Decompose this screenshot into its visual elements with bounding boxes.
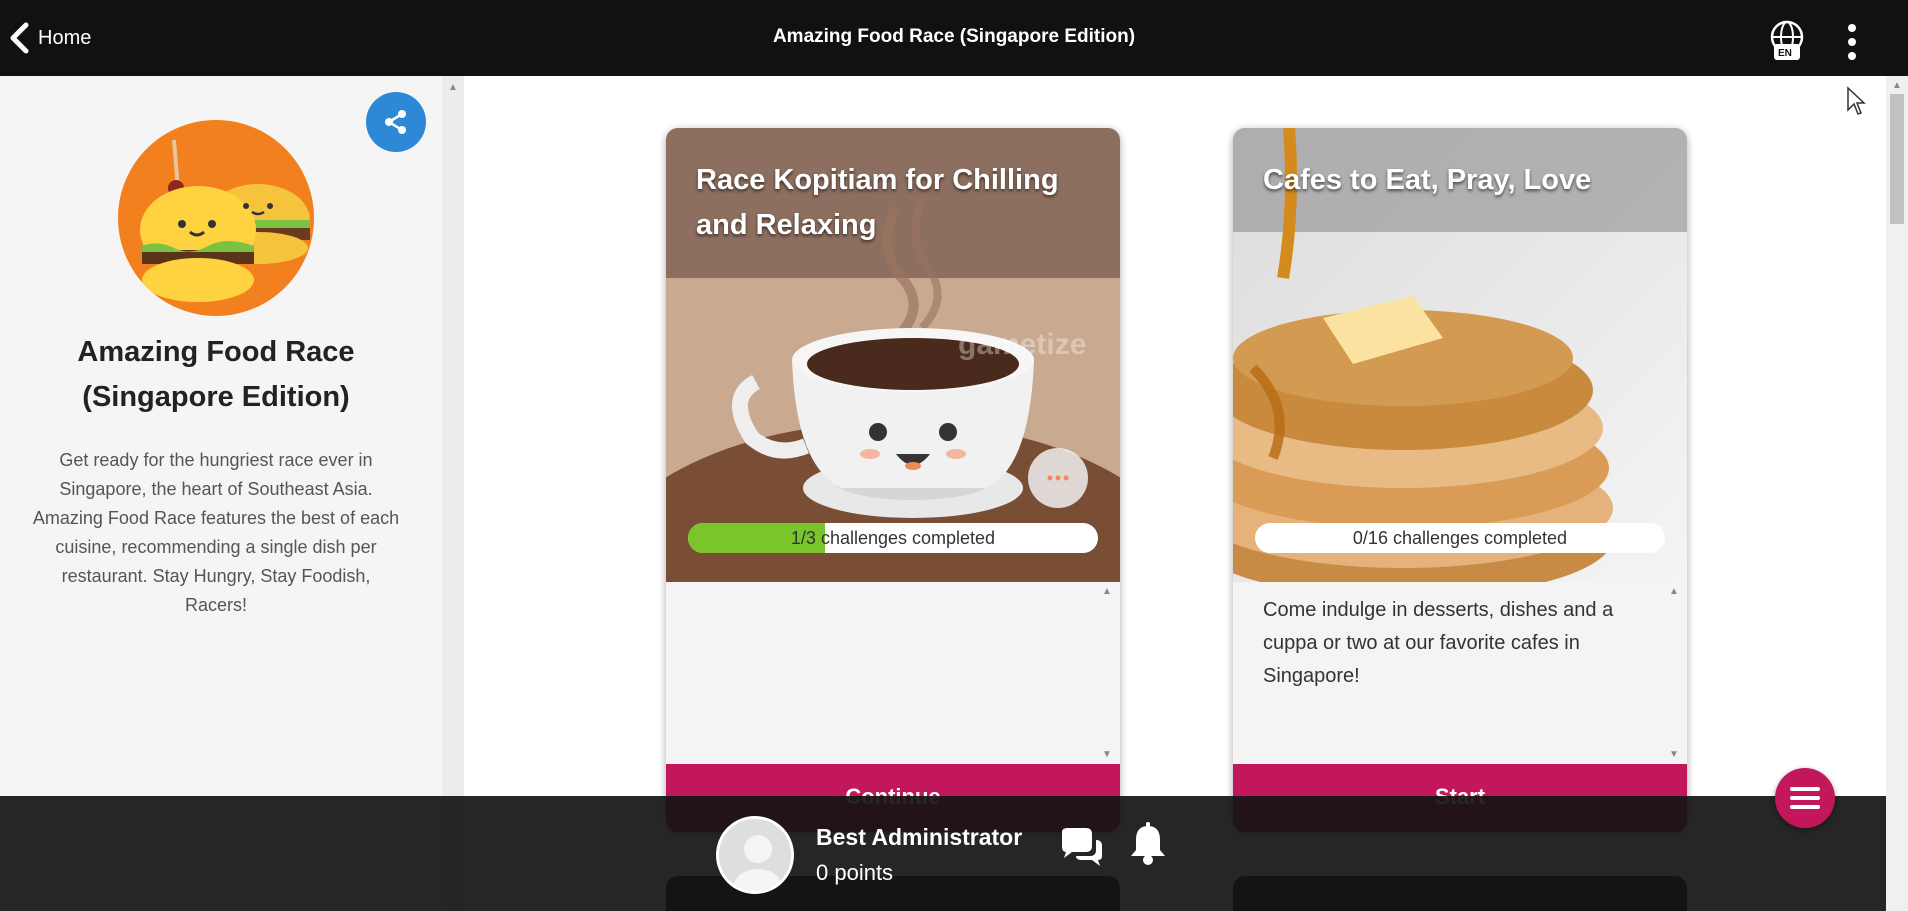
top-bar: Home Amazing Food Race (Singapore Editio… bbox=[0, 0, 1908, 76]
hamburger-menu-icon bbox=[1790, 787, 1820, 809]
user-silhouette-icon bbox=[719, 819, 791, 891]
topic-card-image: gametize Race Kopitiam for Chilling and … bbox=[666, 128, 1120, 582]
burger-mascot-image bbox=[140, 139, 310, 302]
page-title: Amazing Food Race (Singapore Edition) bbox=[772, 26, 1136, 47]
chat-icon[interactable] bbox=[1058, 826, 1104, 868]
notification-bell-icon[interactable] bbox=[1128, 822, 1168, 866]
game-title: Amazing Food Race (Singapore Edition) bbox=[77, 336, 355, 413]
language-code: EN bbox=[1778, 48, 1792, 59]
topic-card[interactable]: gametize Race Kopitiam for Chilling and … bbox=[666, 128, 1120, 832]
progress-bar: 0/16 challenges completed bbox=[1255, 523, 1665, 553]
progress-bar: 1/3 challenges completed bbox=[688, 523, 1098, 553]
mouse-cursor-icon bbox=[1847, 86, 1866, 115]
language-button[interactable]: EN bbox=[1768, 20, 1806, 62]
topic-card-image: Cafes to Eat, Pray, Love 0/16 challenges… bbox=[1233, 128, 1687, 582]
topic-more-button[interactable] bbox=[1028, 448, 1088, 508]
progress-text: 0/16 challenges completed bbox=[1352, 528, 1568, 548]
ellipsis-icon bbox=[1047, 475, 1069, 481]
avatar[interactable] bbox=[716, 816, 794, 894]
share-icon bbox=[385, 110, 406, 134]
share-button[interactable] bbox=[366, 92, 426, 152]
scrollbar-thumb[interactable] bbox=[1890, 94, 1904, 224]
main-scrollbar[interactable]: ▲ bbox=[1886, 76, 1908, 911]
game-description: Get ready for the hungriest race ever in… bbox=[32, 450, 400, 615]
watermark: gametize bbox=[958, 328, 1086, 361]
progress-text: 1/3 challenges completed bbox=[790, 528, 996, 548]
description-scrollbar[interactable]: ▲ ▼ bbox=[1663, 582, 1687, 764]
description-scrollbar[interactable]: ▲ ▼ bbox=[1096, 582, 1120, 764]
user-name[interactable]: Best Administrator bbox=[816, 824, 1022, 851]
topic-title: Race Kopitiam for Chilling and Relaxing bbox=[696, 164, 1059, 241]
topic-description: Come indulge in desserts, dishes and a c… bbox=[1263, 599, 1614, 687]
topic-title: Cafes to Eat, Pray, Love bbox=[1263, 164, 1592, 196]
menu-fab-button[interactable] bbox=[1775, 768, 1835, 828]
user-points: 0 points bbox=[816, 860, 894, 885]
topic-card[interactable]: Cafes to Eat, Pray, Love 0/16 challenges… bbox=[1233, 128, 1687, 832]
bottom-user-bar: Best Administrator 0 points bbox=[0, 796, 1886, 911]
game-logo bbox=[118, 120, 314, 316]
topic-description-area bbox=[666, 582, 1120, 764]
topic-description-area: Come indulge in desserts, dishes and a c… bbox=[1233, 582, 1687, 764]
sidebar-scrollbar[interactable]: ▲ bbox=[442, 76, 464, 911]
more-menu-icon[interactable] bbox=[1842, 22, 1862, 62]
